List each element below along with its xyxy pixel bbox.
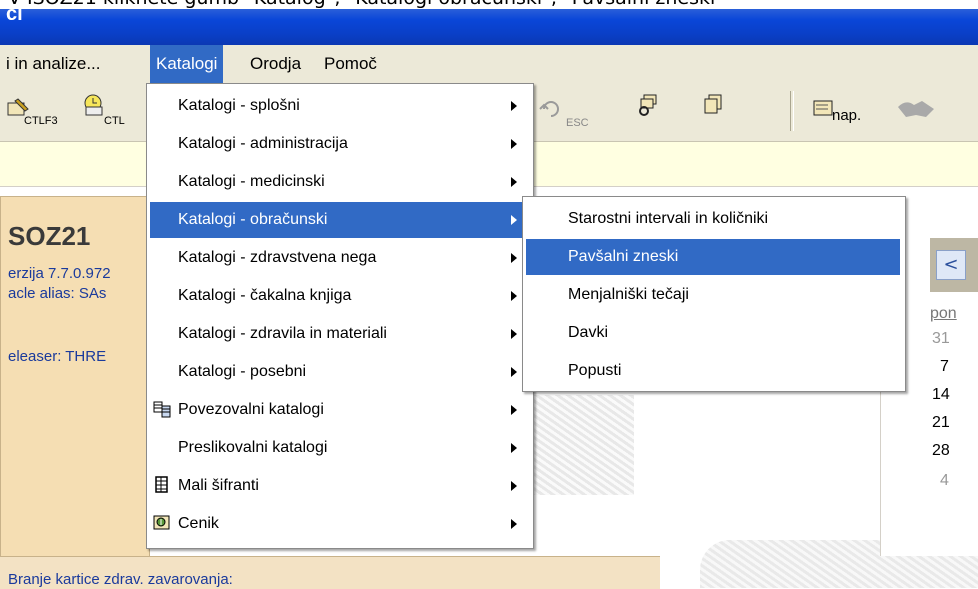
toolbar-btn1-label: CTLF3 [24, 115, 58, 127]
clock-card-icon[interactable] [82, 93, 108, 117]
calendar-day[interactable]: 28 [932, 442, 950, 460]
small-table-icon [155, 476, 168, 493]
obracunski-submenu: Starostni intervali in količniki Pavšaln… [522, 196, 906, 392]
menu-orodja[interactable]: Orodja [244, 45, 307, 83]
app-releaser: eleaser: THRE [8, 348, 107, 365]
menu-item-mali-sifranti[interactable]: Mali šifranti [150, 468, 528, 504]
menu-item-administracija[interactable]: Katalogi - administracija [150, 126, 528, 162]
submenu-arrow-icon [511, 405, 517, 415]
menu-item-preslikovalni[interactable]: Preslikovalni katalogi [150, 430, 528, 466]
linked-tables-icon [153, 401, 171, 418]
menu-pomoc[interactable]: Pomoč [318, 45, 383, 83]
menu-item-label: Mali šifranti [178, 477, 259, 494]
menu-item-label: Katalogi - splošni [178, 97, 300, 114]
menu-item-label: Katalogi - zdravila in materiali [178, 325, 387, 342]
nap-label: nap. [832, 107, 862, 124]
menu-item-label: Menjalniški tečaji [568, 286, 689, 303]
submenu-item-popusti[interactable]: Popusti [526, 353, 900, 389]
esc-label: ESC [566, 117, 589, 129]
menu-item-label: Katalogi - zdravstvena nega [178, 249, 377, 266]
menu-item-label: Katalogi - administracija [178, 135, 348, 152]
window-title: ci [6, 3, 23, 25]
card-reader-label: Branje kartice zdrav. zavarovanja: [8, 571, 233, 588]
app-title: SOZ21 [8, 221, 91, 251]
app-oracle-alias: acle alias: SAs [8, 285, 107, 302]
find-cards-icon[interactable] [636, 93, 662, 117]
undo-icon[interactable] [538, 97, 564, 121]
menu-item-label: Katalogi - posebni [178, 363, 307, 380]
menu-item-cenik[interactable]: Cenik [150, 506, 528, 542]
calendar-day[interactable]: 31 [932, 330, 950, 348]
menu-item-label: Katalogi - medicinski [178, 173, 325, 190]
submenu-item-davki[interactable]: Davki [526, 315, 900, 351]
app-version: erzija 7.7.0.972 [8, 265, 111, 282]
menu-item-label: Cenik [178, 515, 219, 532]
menu-item-label: Katalogi - obračunski [178, 211, 328, 228]
submenu-arrow-icon [511, 367, 517, 377]
calendar-day[interactable]: 14 [932, 386, 950, 404]
toolbar-btn2-label: CTL [104, 115, 125, 127]
menu-item-label: Katalogi - čakalna knjiga [178, 287, 352, 304]
calendar-day[interactable]: 21 [932, 414, 950, 432]
submenu-arrow-icon [511, 101, 517, 111]
submenu-arrow-icon [511, 215, 517, 225]
window-titlebar[interactable]: ci [0, 3, 978, 45]
submenu-arrow-icon [511, 253, 517, 263]
menu-item-label: Povezovalni katalogi [178, 401, 324, 418]
menu-item-label: Popusti [568, 362, 622, 379]
submenu-item-menjalniski-tecaji[interactable]: Menjalniški tečaji [526, 277, 900, 313]
menu-item-posebni[interactable]: Katalogi - posebni [150, 354, 528, 390]
card-reader-strip: Branje kartice zdrav. zavarovanja: [0, 556, 660, 589]
caption-strip: V ISOZ21 kliknete gumb "Katalog", "Katal… [0, 0, 978, 9]
submenu-item-starostni-intervali[interactable]: Starostni intervali in količniki [526, 201, 900, 237]
menu-item-splosni[interactable]: Katalogi - splošni [150, 88, 528, 124]
menu-item-medicinski[interactable]: Katalogi - medicinski [150, 164, 528, 200]
copy-cards-icon[interactable] [700, 93, 726, 117]
menu-item-zdravstvena-nega[interactable]: Katalogi - zdravstvena nega [150, 240, 528, 276]
handshake-icon[interactable] [896, 97, 936, 121]
menu-item-label: Starostni intervali in količniki [568, 210, 769, 227]
submenu-arrow-icon [511, 481, 517, 491]
menu-item-label: Davki [568, 324, 609, 341]
menu-item-label: Pavšalni zneski [568, 248, 679, 265]
menu-analize[interactable]: i in analize... [0, 45, 107, 83]
price-list-icon [153, 515, 170, 530]
menu-katalogi[interactable]: Katalogi [150, 45, 224, 83]
calendar-day[interactable]: 4 [940, 472, 949, 490]
background-image [530, 395, 634, 495]
submenu-arrow-icon [511, 519, 517, 529]
calendar-weekday: pon [930, 305, 957, 322]
submenu-arrow-icon [511, 291, 517, 301]
katalogi-menu: Katalogi - splošni Katalogi - administra… [146, 83, 534, 549]
caption-text: V ISOZ21 kliknete gumb "Katalog", "Katal… [8, 0, 724, 9]
calendar-prev-button[interactable]: < [936, 250, 966, 280]
toolbar-separator [790, 91, 794, 131]
submenu-item-pavsalni-zneski[interactable]: Pavšalni zneski [526, 239, 900, 275]
menu-item-cakalna-knjiga[interactable]: Katalogi - čakalna knjiga [150, 278, 528, 314]
submenu-arrow-icon [511, 177, 517, 187]
menu-item-label: Preslikovalni katalogi [178, 439, 328, 456]
menu-item-zdravila[interactable]: Katalogi - zdravila in materiali [150, 316, 528, 352]
submenu-arrow-icon [511, 139, 517, 149]
calendar-day[interactable]: 7 [940, 358, 949, 376]
submenu-arrow-icon [511, 329, 517, 339]
menubar: i in analize... Katalogi Orodja Pomoč [0, 45, 978, 84]
submenu-arrow-icon [511, 443, 517, 453]
menu-item-obracunski[interactable]: Katalogi - obračunski [150, 202, 528, 238]
menu-item-povezovalni[interactable]: Povezovalni katalogi [150, 392, 528, 428]
